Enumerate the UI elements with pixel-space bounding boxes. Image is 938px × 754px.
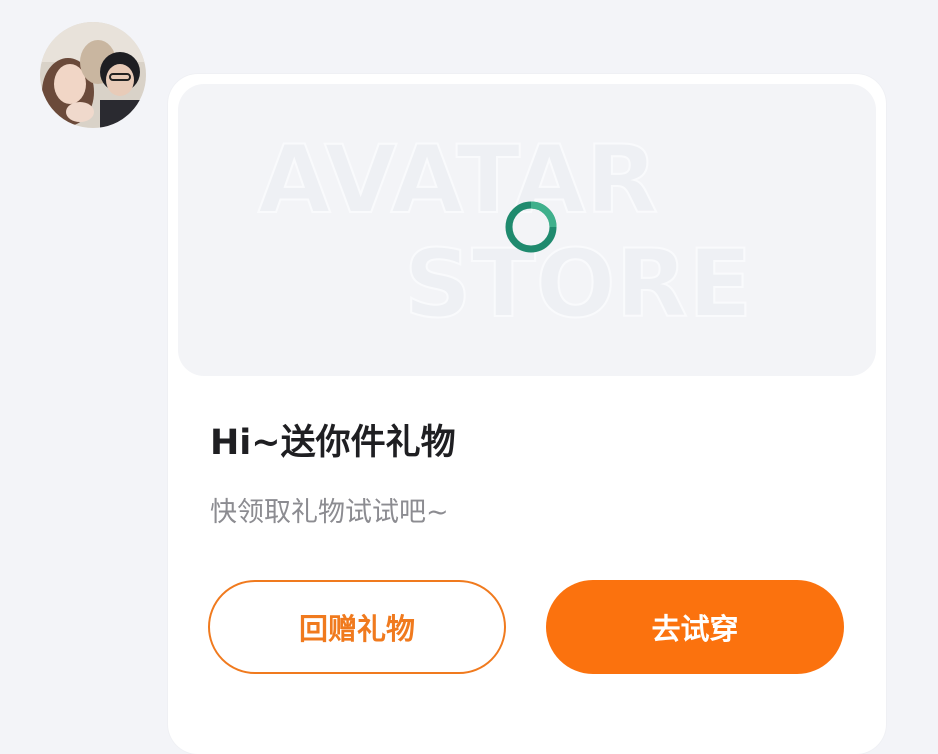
loading-spinner-icon xyxy=(505,201,557,253)
try-on-button[interactable]: 去试穿 xyxy=(546,580,844,674)
return-gift-button[interactable]: 回赠礼物 xyxy=(208,580,506,674)
gift-card: AVATAR STORE Hi~送你件礼物 快领取礼物试试吧~ 回赠礼物 去试穿 xyxy=(168,74,886,754)
gift-title: Hi~送你件礼物 xyxy=(210,423,456,463)
avatar-preview: AVATAR STORE xyxy=(178,84,876,376)
avatar-photo-icon xyxy=(40,22,146,128)
watermark-line1: AVATAR xyxy=(258,126,658,235)
user-avatar[interactable] xyxy=(40,22,146,128)
gift-subtitle: 快领取礼物试试吧~ xyxy=(210,497,449,528)
watermark-line2: STORE xyxy=(404,230,752,339)
